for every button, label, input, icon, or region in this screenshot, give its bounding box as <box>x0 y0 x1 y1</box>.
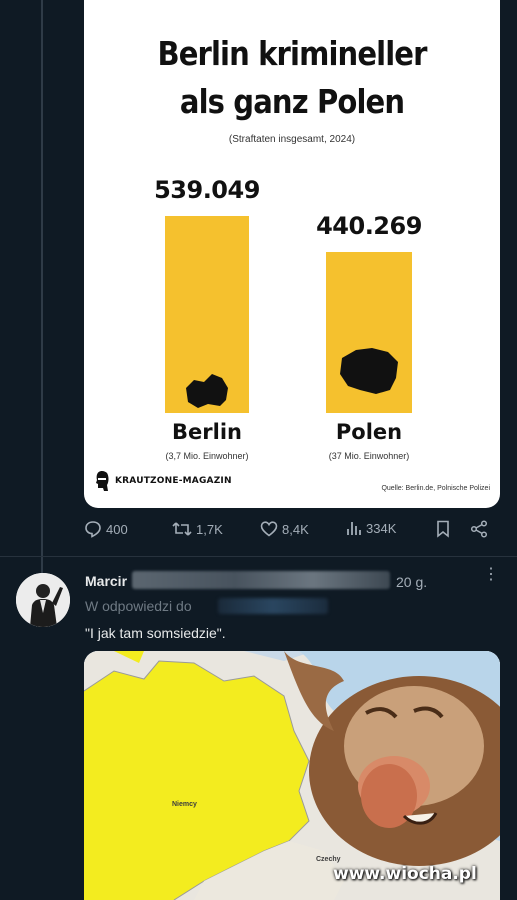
avatar[interactable] <box>16 573 70 627</box>
watermark: www.wiocha.pl <box>333 864 477 884</box>
map-label-niemcy: Niemcy <box>172 801 197 808</box>
berlin-silhouette-icon <box>186 374 228 408</box>
bookmark-button[interactable] <box>436 520 450 538</box>
infographic-image[interactable]: Berlin krimineller als ganz Polen (Straf… <box>84 0 500 508</box>
views-chart-icon <box>347 522 361 535</box>
title-line-2: als ganz Polen <box>179 82 405 121</box>
reply-icon <box>85 521 101 538</box>
like-count: 8,4K <box>282 521 309 537</box>
bookmark-icon <box>437 520 449 538</box>
infographic-title: Berlin krimineller als ganz Polen <box>109 30 475 126</box>
reply-to-label: W odpowiedzi do <box>85 598 192 614</box>
reply-count: 400 <box>106 521 128 537</box>
like-button[interactable]: 8,4K <box>260 520 309 538</box>
reply-text: "I jak tam somsiedzie". <box>85 625 226 641</box>
reply-timestamp[interactable]: 20 g. <box>396 574 427 590</box>
reply-media-image[interactable]: Niemcy Czechy <box>84 651 500 900</box>
more-options-icon[interactable]: ⋮ <box>483 567 499 583</box>
repost-count: 1,7K <box>196 521 223 537</box>
avatar-figure <box>16 573 70 627</box>
views-count: 334K <box>366 520 397 536</box>
category-label: Berlin <box>172 420 242 444</box>
map-meme-illustration <box>84 651 500 900</box>
redacted-mention <box>218 598 328 614</box>
share-button[interactable] <box>470 520 488 538</box>
source-note: Quelle: Berlin.de, Polnische Polizei <box>381 485 490 492</box>
infographic-subtitle: (Straftaten insgesamt, 2024) <box>228 134 356 145</box>
title-line-1: Berlin krimineller <box>157 34 427 73</box>
post-divider <box>0 556 517 557</box>
bar-value-label: 539.049 <box>154 176 260 204</box>
tweet-action-bar: 400 1,7K 8,4K 334K <box>84 520 500 548</box>
reply-button[interactable]: 400 <box>84 520 128 538</box>
views-button[interactable]: 334K <box>346 520 396 536</box>
thread-rail <box>41 0 43 600</box>
category-label: Polen <box>335 420 403 444</box>
category-note: (3,7 Mio. Einwohner) <box>165 451 249 461</box>
reply-author-name[interactable]: Marcir <box>85 573 127 589</box>
share-icon <box>470 520 488 538</box>
brand-name: KRAUTZONE-MAGAZIN <box>115 476 232 486</box>
heart-icon <box>260 521 278 537</box>
brand-logo: KRAUTZONE-MAGAZIN <box>94 470 232 492</box>
map-label-czechy: Czechy <box>316 856 341 863</box>
category-note: (37 Mio. Einwohner) <box>328 451 410 461</box>
repost-icon <box>172 522 192 536</box>
brand-head-icon <box>96 471 109 491</box>
polen-silhouette-icon <box>340 348 398 394</box>
bar-value-label: 440.269 <box>316 212 422 241</box>
redacted-handle <box>132 571 390 589</box>
repost-button[interactable]: 1,7K <box>172 520 223 538</box>
